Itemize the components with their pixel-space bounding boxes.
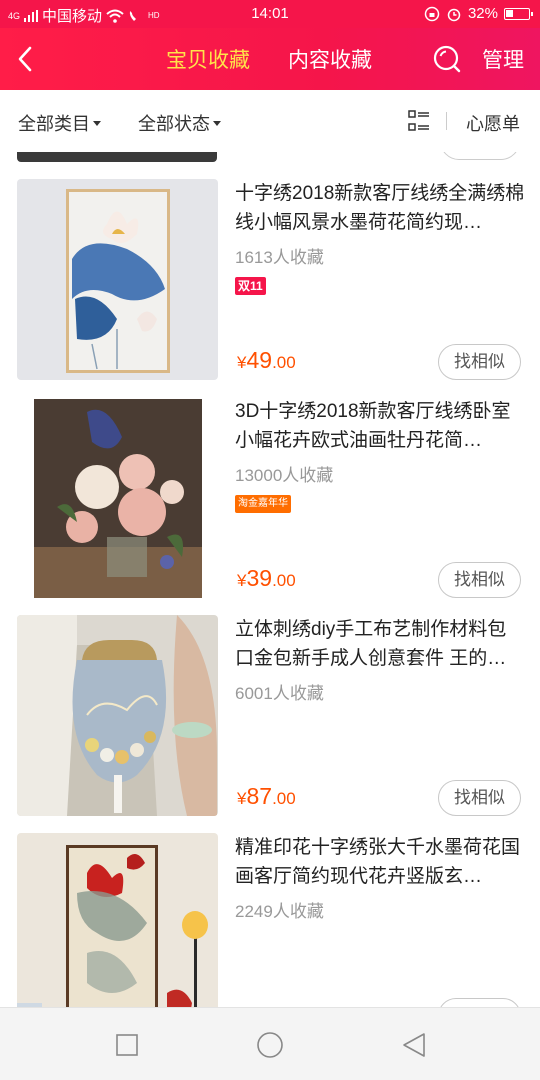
alarm-icon — [447, 8, 461, 21]
find-similar-button[interactable]: 找相似 — [438, 780, 521, 816]
price-decimal: .00 — [272, 571, 296, 590]
manage-button[interactable]: 管理 — [482, 44, 524, 74]
recent-apps-icon[interactable] — [112, 1030, 142, 1060]
caret-down-icon — [93, 120, 101, 126]
system-nav-bar — [0, 1007, 540, 1080]
home-icon[interactable] — [255, 1030, 285, 1060]
battery-icon — [504, 7, 533, 20]
lock-rotation-icon — [424, 6, 440, 21]
list-item[interactable]: 3D十字绣2018新款客厅线绣卧室小幅花卉欧式油画牡丹花简… 13000人收藏 … — [0, 397, 540, 615]
wishlist-button[interactable]: 心愿单 — [466, 110, 520, 136]
tab-content-favorites[interactable]: 内容收藏 — [288, 44, 372, 74]
favorite-count: 1613人收藏 — [235, 248, 324, 267]
product-price: ¥39.00 — [237, 565, 296, 592]
price-integer: 49 — [246, 347, 273, 373]
product-title[interactable]: 精准印花十字绣张大千水墨荷花国画客厅简约现代花卉竖版玄… — [235, 833, 525, 891]
category-filter-label: 全部类目 — [18, 114, 90, 134]
product-price: ¥87.00 — [237, 783, 296, 810]
product-image[interactable] — [17, 397, 218, 598]
status-right: 32% — [424, 5, 533, 22]
back-arrow-icon[interactable] — [14, 44, 38, 74]
product-image[interactable] — [17, 179, 218, 380]
favorite-count: 2249人收藏 — [235, 902, 324, 921]
product-price: ¥49.00 — [237, 347, 296, 374]
promo-badge: 淘金嘉年华 — [235, 495, 291, 513]
list-item[interactable]: 立体刺绣diy手工布艺制作材料包口金包新手成人创意套件 王的… 6001人收藏 … — [0, 615, 540, 833]
find-similar-button[interactable]: 找相似 — [438, 344, 521, 380]
product-title[interactable]: 十字绣2018新款客厅线绣全满绣棉线小幅风景水墨荷花简约现… — [235, 179, 525, 237]
product-title[interactable]: 立体刺绣diy手工布艺制作材料包口金包新手成人创意套件 王的… — [235, 615, 525, 673]
find-similar-button[interactable] — [438, 998, 521, 1007]
header-bar: 宝贝收藏 内容收藏 管理 — [0, 28, 540, 90]
favorite-count: 6001人收藏 — [235, 684, 324, 703]
tab-item-favorites[interactable]: 宝贝收藏 — [166, 44, 250, 74]
battery-percent: 32% — [467, 5, 498, 22]
price-integer: 39 — [246, 565, 273, 591]
favorite-count: 13000人收藏 — [235, 466, 334, 485]
status-bar: 4G 中国移动 HD 14:01 32% — [0, 0, 540, 28]
find-similar-button[interactable]: 找相似 — [438, 562, 521, 598]
filter-bar: 全部类目 全部状态 心愿单 — [0, 90, 540, 152]
product-image[interactable] — [17, 615, 218, 816]
search-icon[interactable] — [432, 44, 462, 74]
price-integer: 87 — [246, 783, 273, 809]
back-triangle-icon[interactable] — [398, 1030, 428, 1060]
promo-badge: 双11 — [235, 277, 266, 295]
caret-down-icon — [213, 120, 221, 126]
previous-item-image-edge — [17, 152, 217, 162]
favorites-list[interactable]: 十字绣2018新款客厅线绣全满绣棉线小幅风景水墨荷花简约现… 1613人收藏 双… — [0, 152, 540, 1007]
filter-divider — [446, 112, 447, 130]
list-view-icon[interactable] — [408, 110, 430, 132]
list-item[interactable]: 十字绣2018新款客厅线绣全满绣棉线小幅风景水墨荷花简约现… 1613人收藏 双… — [0, 179, 540, 397]
list-item[interactable]: 精准印花十字绣张大千水墨荷花国画客厅简约现代花卉竖版玄… 2249人收藏 — [0, 833, 540, 1007]
price-decimal: .00 — [272, 353, 296, 372]
product-title[interactable]: 3D十字绣2018新款客厅线绣卧室小幅花卉欧式油画牡丹花简… — [235, 397, 525, 455]
status-filter[interactable]: 全部状态 — [138, 110, 221, 136]
product-image[interactable] — [17, 833, 218, 1007]
previous-item-similar-button[interactable] — [440, 152, 520, 160]
price-decimal: .00 — [272, 789, 296, 808]
category-filter[interactable]: 全部类目 — [18, 110, 101, 136]
status-filter-label: 全部状态 — [138, 114, 210, 134]
